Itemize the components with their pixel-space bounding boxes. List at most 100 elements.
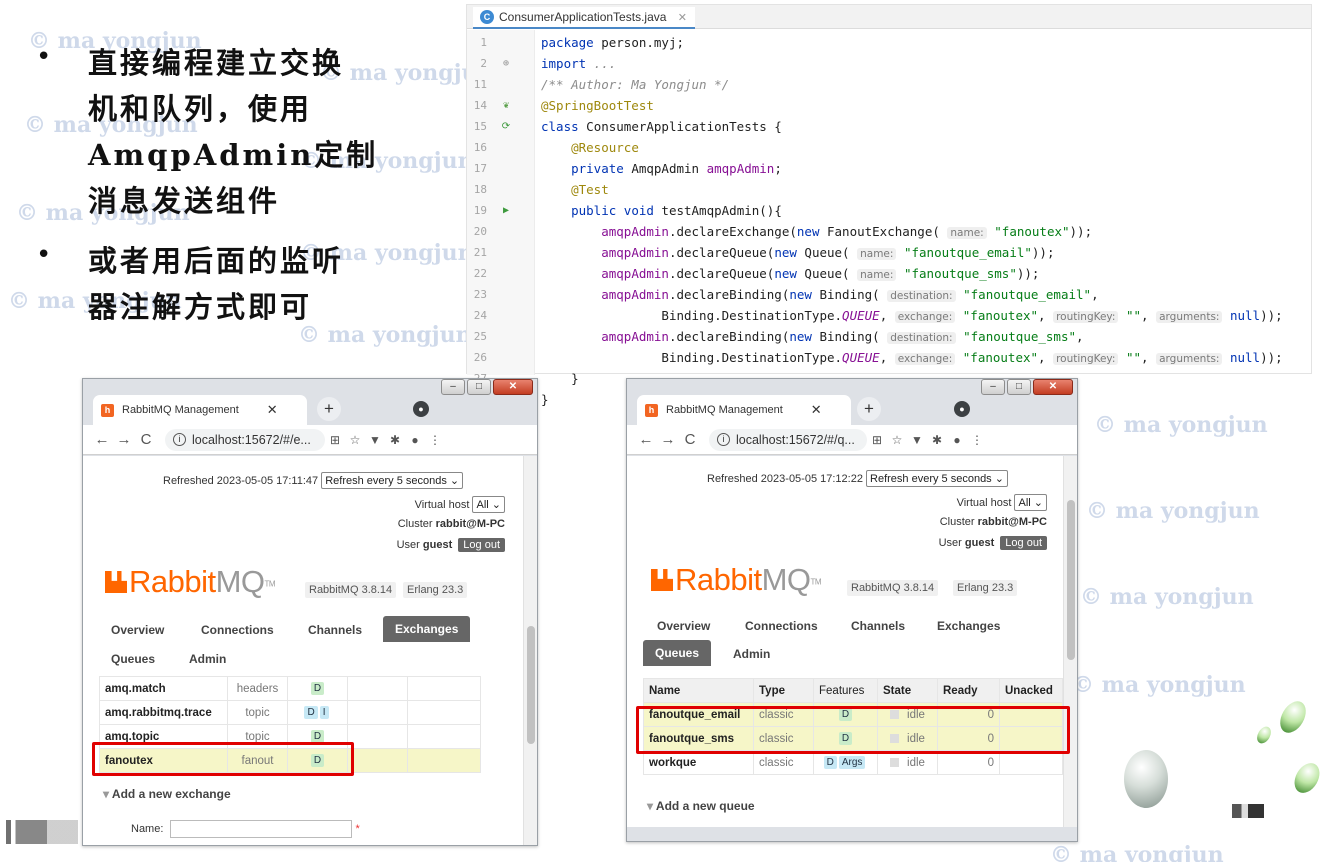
extension-v-icon[interactable]: ▼ xyxy=(365,433,385,447)
scrollbar-thumb[interactable] xyxy=(1067,500,1075,660)
tab-queues[interactable]: Queues xyxy=(111,652,155,666)
browser-menu-icon[interactable]: ● xyxy=(413,401,429,417)
code-line: 26 Binding.DestinationType.QUEUE, exchan… xyxy=(473,350,1283,365)
tab-exchanges[interactable]: Exchanges xyxy=(383,616,471,642)
fold-icon[interactable]: ⊕ xyxy=(499,53,513,74)
minimize-icon[interactable]: – xyxy=(441,379,465,395)
bullet-text: 直接编程建立交换 机和队列，使用 AmqpAdmin定制 消息发送组件 xyxy=(88,46,379,218)
table-row[interactable]: fanoutque_email classic D idle 0 xyxy=(643,702,1063,727)
kebab-menu-icon[interactable]: ⋮ xyxy=(967,433,987,447)
back-icon[interactable]: ← xyxy=(91,431,113,448)
scrollbar-thumb[interactable] xyxy=(527,626,535,744)
refresh-interval-select[interactable]: Refresh every 5 seconds ⌄ xyxy=(866,470,1008,487)
new-tab-icon[interactable]: + xyxy=(317,397,341,421)
minimize-icon[interactable]: – xyxy=(981,379,1005,395)
column-header-ready[interactable]: Ready xyxy=(937,678,1000,703)
tab-channels[interactable]: Channels xyxy=(851,619,905,633)
refresh-interval-select[interactable]: Refresh every 5 seconds ⌄ xyxy=(321,472,464,489)
watermark: © ma yongjun xyxy=(1072,672,1246,698)
extension-v-icon[interactable]: ▼ xyxy=(907,433,927,447)
kebab-menu-icon[interactable]: ⋮ xyxy=(425,433,445,447)
browser-menu-icon[interactable]: ● xyxy=(954,401,970,417)
add-new-exchange-toggle[interactable]: ▾ Add a new exchange xyxy=(103,787,231,801)
table-row[interactable]: amq.rabbitmq.trace topic DI xyxy=(99,700,481,725)
column-header-state[interactable]: State xyxy=(877,678,938,703)
tab-exchanges[interactable]: Exchanges xyxy=(937,619,1000,633)
close-icon[interactable]: ✕ xyxy=(678,12,687,24)
extensions-puzzle-icon[interactable]: ✱ xyxy=(927,433,947,447)
tab-overview[interactable]: Overview xyxy=(111,623,164,637)
close-icon[interactable]: ✕ xyxy=(1033,379,1073,395)
table-row[interactable]: workque classic D Args idle 0 xyxy=(643,750,1063,775)
extensions-puzzle-icon[interactable]: ✱ xyxy=(385,433,405,447)
java-class-icon: C xyxy=(480,10,494,24)
erlang-version: Erlang 23.3 xyxy=(403,582,468,598)
url-field[interactable]: i localhost:15672/#/e... xyxy=(165,428,325,451)
url-field[interactable]: i localhost:15672/#/q... xyxy=(709,428,867,451)
column-header-type[interactable]: Type xyxy=(753,678,814,703)
run-test-icon[interactable]: ▶ xyxy=(499,200,513,221)
column-header-name[interactable]: Name xyxy=(643,678,754,703)
column-header-unacked[interactable]: Unacked xyxy=(999,678,1063,703)
bookmark-star-icon[interactable]: ☆ xyxy=(887,433,907,447)
code-editor: C ConsumerApplicationTests.java ✕ 1 packa… xyxy=(466,4,1312,407)
tab-queues[interactable]: Queues xyxy=(643,640,712,666)
tab-channels[interactable]: Channels xyxy=(308,623,362,637)
column-header-features[interactable]: Features xyxy=(813,678,878,703)
reload-icon[interactable]: C xyxy=(679,431,701,448)
tab-overview[interactable]: Overview xyxy=(657,619,710,633)
editor-tab[interactable]: C ConsumerApplicationTests.java ✕ xyxy=(473,7,695,29)
tab-connections[interactable]: Connections xyxy=(745,619,818,633)
code-line: 19 ▶ public void testAmqpAdmin(){ xyxy=(467,200,1313,221)
forward-icon[interactable]: → xyxy=(113,431,135,448)
close-icon[interactable]: ✕ xyxy=(493,379,533,395)
back-icon[interactable]: ← xyxy=(635,431,657,448)
code-line: 20 amqpAdmin.declareExchange(new FanoutE… xyxy=(473,224,1093,239)
rabbitmq-version: RabbitMQ 3.8.14 xyxy=(305,582,397,598)
bookmark-star-icon[interactable]: ☆ xyxy=(345,433,365,447)
virtual-host-select[interactable]: All ⌄ xyxy=(1014,494,1047,511)
table-row[interactable]: fanoutex fanout D xyxy=(99,748,481,773)
profile-icon[interactable]: ● xyxy=(405,433,425,447)
virtual-host-select[interactable]: All ⌄ xyxy=(472,496,505,513)
browser-tab[interactable]: h RabbitMQ Management ✕ xyxy=(637,395,851,425)
exchange-name-input[interactable] xyxy=(170,820,353,838)
tab-close-icon[interactable]: ✕ xyxy=(267,402,278,418)
reload-icon[interactable]: C xyxy=(135,431,157,448)
new-tab-icon[interactable]: + xyxy=(857,397,881,421)
collapse-triangle-icon: ▾ xyxy=(647,799,654,813)
translate-icon[interactable]: ⊞ xyxy=(325,433,345,447)
tab-admin[interactable]: Admin xyxy=(733,647,770,661)
table-row[interactable]: amq.match headers D xyxy=(99,676,481,701)
maximize-icon[interactable]: □ xyxy=(467,379,491,395)
internal-badge: I xyxy=(319,706,329,719)
run-all-icon[interactable]: ⟳ xyxy=(499,116,513,137)
forward-icon[interactable]: → xyxy=(657,431,679,448)
translate-icon[interactable]: ⊞ xyxy=(867,433,887,447)
code-area[interactable]: 1 package person.myj; 2 ⊕ import ... 11/** … xyxy=(467,32,1313,410)
table-row[interactable]: amq.topic topic D xyxy=(99,724,481,749)
code-line: 21 amqpAdmin.declareQueue(new Queue( nam… xyxy=(473,245,1055,260)
page-scrollbar[interactable] xyxy=(523,456,537,845)
add-new-queue-toggle[interactable]: ▾ Add a new queue xyxy=(647,799,755,813)
table-row[interactable]: fanoutque_sms classic D idle 0 xyxy=(643,726,1063,751)
collapse-triangle-icon: ▾ xyxy=(103,787,110,801)
watermark: © ma yongjun xyxy=(1050,842,1224,862)
durable-badge: D xyxy=(823,756,837,769)
bullet-dot-icon: • xyxy=(36,42,52,72)
browser-tab[interactable]: h RabbitMQ Management ✕ xyxy=(93,395,307,425)
maximize-icon[interactable]: □ xyxy=(1007,379,1031,395)
logout-button[interactable]: Log out xyxy=(458,538,505,552)
tab-close-icon[interactable]: ✕ xyxy=(811,402,822,418)
water-drop-image xyxy=(1289,758,1320,798)
profile-icon[interactable]: ● xyxy=(947,433,967,447)
table-header-row: Name Type Features State Ready Unacked xyxy=(643,678,1063,703)
code-line: 2 ⊕ import ... xyxy=(467,53,1313,74)
page-scrollbar[interactable] xyxy=(1063,456,1077,827)
tab-admin[interactable]: Admin xyxy=(189,652,226,666)
water-drop-image xyxy=(1274,696,1312,738)
tab-connections[interactable]: Connections xyxy=(201,623,274,637)
watermark: © ma yongjun xyxy=(1086,498,1260,524)
logout-button[interactable]: Log out xyxy=(1000,536,1047,550)
code-line: 17 private AmqpAdmin amqpAdmin; xyxy=(473,161,782,176)
